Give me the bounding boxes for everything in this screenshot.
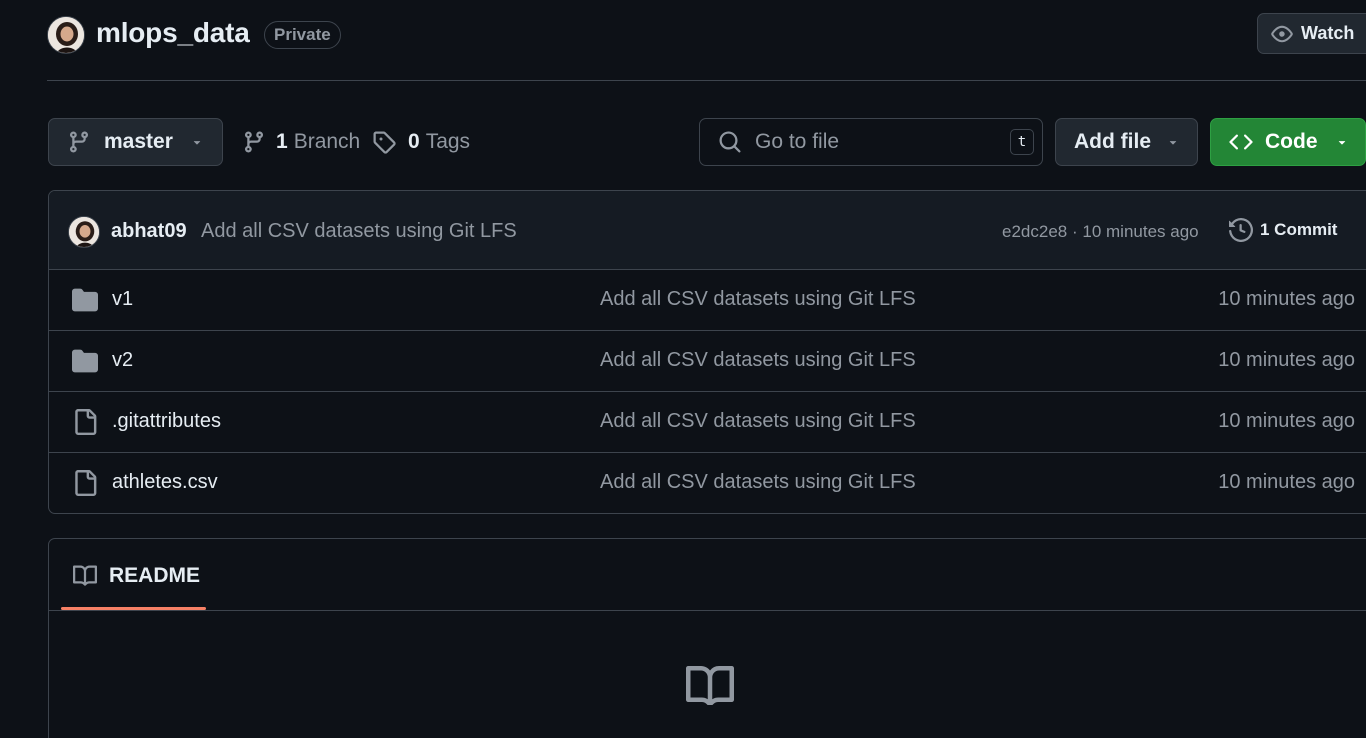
branches-link[interactable]: 1 Branch xyxy=(242,130,360,154)
readme-panel: README xyxy=(48,538,1366,738)
file-icon xyxy=(72,470,98,496)
header-divider xyxy=(47,80,1366,81)
folder-icon xyxy=(72,287,98,313)
branch-selector[interactable]: master xyxy=(48,118,223,166)
file-name[interactable]: v1 xyxy=(112,288,133,311)
folder-icon xyxy=(72,348,98,374)
owner-avatar[interactable] xyxy=(47,16,85,54)
latest-commit-bar: abhat09 Add all CSV datasets using Git L… xyxy=(49,191,1366,270)
chevron-down-icon xyxy=(1335,135,1349,149)
file-row[interactable]: .gitattributes Add all CSV datasets using… xyxy=(49,392,1366,453)
tag-count: 0 xyxy=(408,130,420,153)
file-name[interactable]: v2 xyxy=(112,349,133,372)
commit-hash[interactable]: e2dc2e8 xyxy=(1002,222,1067,241)
file-commit-time: 10 minutes ago xyxy=(1218,471,1355,493)
chevron-down-icon xyxy=(1166,135,1180,149)
git-branch-icon xyxy=(67,130,91,154)
add-file-label: Add file xyxy=(1074,130,1151,153)
tag-icon xyxy=(372,130,396,154)
branch-count-label: Branch xyxy=(293,130,361,153)
file-name[interactable]: .gitattributes xyxy=(112,410,221,433)
file-commit-time: 10 minutes ago xyxy=(1218,410,1355,432)
tags-link[interactable]: 0 Tags xyxy=(372,130,470,154)
go-to-file-input[interactable]: Go to file t xyxy=(699,118,1043,166)
file-commit-message[interactable]: Add all CSV datasets using Git LFS xyxy=(600,471,916,494)
code-button[interactable]: Code xyxy=(1210,118,1366,166)
chevron-down-icon xyxy=(190,135,204,149)
commit-count: 1 Commit xyxy=(1260,220,1338,239)
search-shortcut-key: t xyxy=(1010,129,1034,155)
file-commit-time: 10 minutes ago xyxy=(1218,349,1355,371)
file-list: v1 Add all CSV datasets using Git LFS 10 m… xyxy=(49,270,1366,513)
file-name[interactable]: athletes.csv xyxy=(112,471,218,494)
commit-time: 10 minutes ago xyxy=(1082,222,1199,241)
readme-divider xyxy=(49,610,1366,611)
watch-button[interactable]: Watch xyxy=(1257,13,1366,54)
tag-count-label: Tags xyxy=(425,130,471,153)
file-row[interactable]: v2 Add all CSV datasets using Git LFS 10 m… xyxy=(49,331,1366,392)
author-avatar[interactable] xyxy=(68,216,100,248)
code-icon xyxy=(1229,130,1253,154)
commit-meta: e2dc2e8 · 10 minutes ago xyxy=(1002,222,1199,242)
branch-name: master xyxy=(104,130,173,153)
file-commit-message[interactable]: Add all CSV datasets using Git LFS xyxy=(600,410,916,433)
watch-label: Watch xyxy=(1301,23,1355,43)
visibility-badge: Private xyxy=(264,21,341,49)
tab-readme[interactable]: README xyxy=(73,564,200,588)
file-row[interactable]: athletes.csv Add all CSV datasets using G… xyxy=(49,453,1366,513)
add-file-button[interactable]: Add file xyxy=(1055,118,1198,166)
file-commit-message[interactable]: Add all CSV datasets using Git LFS xyxy=(600,288,916,311)
search-icon xyxy=(718,130,742,154)
commit-message[interactable]: Add all CSV datasets using Git LFS xyxy=(201,220,517,243)
eye-icon xyxy=(1271,23,1293,45)
file-commit-time: 10 minutes ago xyxy=(1218,288,1355,310)
readme-tab-label: README xyxy=(109,564,201,587)
history-icon xyxy=(1229,218,1253,242)
commit-separator: · xyxy=(1071,222,1078,241)
search-placeholder: Go to file xyxy=(755,130,840,153)
commit-author[interactable]: abhat09 xyxy=(111,220,187,243)
code-label: Code xyxy=(1265,130,1318,153)
file-browser: abhat09 Add all CSV datasets using Git L… xyxy=(48,190,1366,514)
file-commit-message[interactable]: Add all CSV datasets using Git LFS xyxy=(600,349,916,372)
commits-link[interactable]: 1 Commit xyxy=(1229,218,1337,242)
branch-count: 1 xyxy=(276,130,288,153)
file-row[interactable]: v1 Add all CSV datasets using Git LFS 10 m… xyxy=(49,270,1366,331)
repo-name[interactable]: mlops_data xyxy=(96,17,250,49)
file-icon xyxy=(72,409,98,435)
git-branch-icon xyxy=(242,130,266,154)
book-icon xyxy=(685,663,735,705)
book-icon xyxy=(73,564,97,588)
